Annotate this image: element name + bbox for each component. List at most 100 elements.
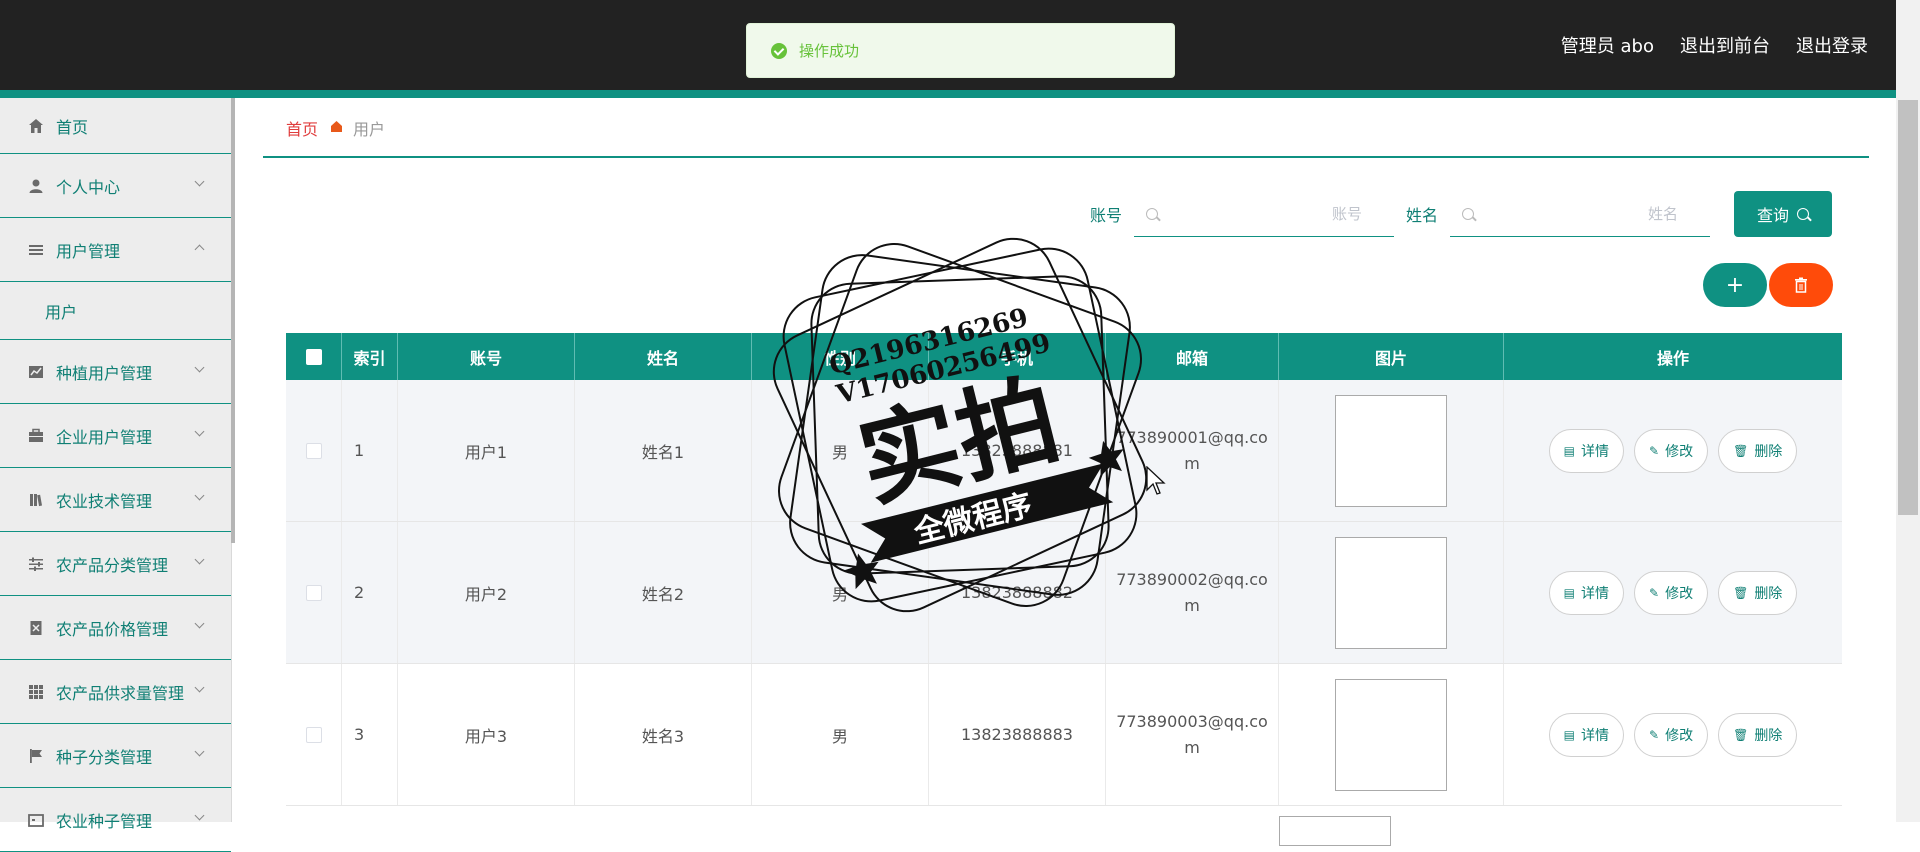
delete-label: 删除 [1754, 443, 1783, 460]
list-icon [26, 240, 46, 260]
sidebar-item-label: 用户管理 [56, 241, 121, 261]
delete-button[interactable]: 🗑 删除 [1718, 428, 1798, 473]
admin-user-label[interactable]: 管理员 abo [1561, 32, 1654, 58]
edit-label: 修改 [1665, 585, 1694, 602]
document-icon: ▤ [1563, 727, 1576, 742]
detail-button[interactable]: ▤ 详情 [1548, 712, 1625, 757]
batch-delete-button[interactable] [1769, 263, 1833, 307]
sidebar-item-agri-seed[interactable]: 农业种子管理 [0, 788, 231, 852]
gender-cell: 男 [752, 522, 929, 663]
sidebar-item-supply-demand[interactable]: 农产品供求量管理 [0, 660, 231, 724]
sliders-icon [26, 554, 46, 574]
chevron-down-icon [194, 426, 205, 437]
sidebar-item-label: 个人中心 [56, 177, 121, 197]
search-icon [1462, 207, 1475, 220]
user-icon [26, 176, 46, 196]
sidebar-item-label: 农业技术管理 [56, 491, 153, 511]
phone-cell: 13823888881 [929, 380, 1106, 521]
sidebar-item-label: 企业用户管理 [56, 427, 153, 447]
book-icon [26, 490, 46, 510]
breadcrumb-home-link[interactable]: 首页 [286, 116, 318, 140]
row-select-cell [286, 522, 342, 663]
detail-label: 详情 [1581, 443, 1610, 460]
edit-button[interactable]: ✎ 修改 [1634, 712, 1709, 757]
users-table: 索引 账号 姓名 性别 手机 邮箱 图片 操作 1 用户1 姓名1 男 1382… [286, 333, 1842, 846]
column-header: 操作 [1656, 348, 1689, 368]
pencil-icon: ✎ [1649, 585, 1660, 600]
column-header: 性别 [752, 333, 929, 380]
user-image [1279, 816, 1391, 846]
sidebar-scrollbar[interactable] [231, 98, 235, 543]
row-checkbox[interactable] [305, 726, 322, 743]
select-all-checkbox[interactable] [305, 348, 322, 365]
chevron-down-icon [194, 362, 205, 373]
grid-icon [26, 682, 46, 702]
operations-cell: ▤ 详情 ✎ 修改 🗑 删除 [1504, 664, 1842, 805]
edit-button[interactable]: ✎ 修改 [1634, 570, 1709, 615]
back-to-front-link[interactable]: 退出到前台 [1680, 32, 1770, 58]
phone-cell: 13823888882 [929, 522, 1106, 663]
chevron-up-icon [194, 244, 205, 255]
sidebar-item-planting-users[interactable]: 种植用户管理 [0, 340, 231, 404]
name-search-input[interactable] [1474, 204, 1699, 223]
header-links: 管理员 abo 退出到前台 退出登录 [1561, 32, 1868, 58]
column-header: 手机 [929, 333, 1106, 380]
name-search-label: 姓名 [1406, 206, 1439, 225]
pencil-icon: ✎ [1649, 443, 1660, 458]
page-scrollbar-thumb[interactable] [1898, 100, 1918, 515]
search-icon [1146, 207, 1159, 220]
account-search-input[interactable] [1158, 204, 1383, 223]
sidebar-item-user-management[interactable]: 用户管理 [0, 218, 231, 282]
column-header: 姓名 [575, 333, 752, 380]
row-checkbox[interactable] [305, 584, 322, 601]
query-button[interactable]: 查询 [1734, 191, 1833, 237]
sidebar-item-seed-category[interactable]: 种子分类管理 [0, 724, 231, 788]
gender-cell: 男 [752, 664, 929, 805]
delete-button[interactable]: 🗑 删除 [1718, 712, 1798, 757]
delete-button[interactable]: 🗑 删除 [1718, 570, 1798, 615]
success-toast: 操作成功 [746, 23, 1175, 78]
table-row: 2 用户2 姓名2 男 13823888882 773890002@qq.com… [286, 522, 1842, 664]
sidebar-item-product-category[interactable]: 农产品分类管理 [0, 532, 231, 596]
sidebar-item-agri-tech[interactable]: 农业技术管理 [0, 468, 231, 532]
edit-button[interactable]: ✎ 修改 [1634, 428, 1709, 473]
table-row [286, 806, 1842, 846]
sidebar-item-enterprise-users[interactable]: 企业用户管理 [0, 404, 231, 468]
column-header: 邮箱 [1106, 333, 1279, 380]
mouse-cursor-icon [1146, 466, 1166, 495]
chevron-down-icon [194, 682, 205, 693]
email-cell: 773890001@qq.com [1106, 380, 1279, 521]
chevron-down-icon [194, 746, 205, 757]
table-row: 1 用户1 姓名1 男 13823888881 773890001@qq.com… [286, 380, 1842, 522]
doc-icon [26, 618, 46, 638]
delete-label: 删除 [1754, 727, 1783, 744]
trash-icon: 🗑 [1733, 443, 1749, 458]
document-icon: ▤ [1563, 443, 1576, 458]
sidebar-subitem-users[interactable]: 用户 [0, 282, 231, 340]
briefcase-icon [26, 426, 46, 446]
row-checkbox[interactable] [305, 442, 322, 459]
home-icon [26, 116, 46, 136]
trash-icon: 🗑 [1733, 585, 1749, 600]
sidebar-item-personal-center[interactable]: 个人中心 [0, 154, 231, 218]
sidebar-item-label: 农产品分类管理 [56, 555, 169, 575]
operations-cell: ▤ 详情 ✎ 修改 🗑 删除 [1504, 522, 1842, 663]
column-header: 图片 [1279, 333, 1504, 380]
row-select-cell [286, 380, 342, 521]
sidebar-item-label: 农业种子管理 [56, 811, 153, 831]
sidebar-item-product-price[interactable]: 农产品价格管理 [0, 596, 231, 660]
detail-button[interactable]: ▤ 详情 [1548, 428, 1625, 473]
delete-label: 删除 [1754, 585, 1783, 602]
chevron-down-icon [194, 554, 205, 565]
account-cell: 用户1 [398, 380, 575, 521]
add-button[interactable]: + [1703, 263, 1767, 307]
image-cell [1279, 522, 1504, 663]
breadcrumb-current: 用户 [353, 120, 386, 139]
table-row: 3 用户3 姓名3 男 13823888883 773890003@qq.com… [286, 664, 1842, 806]
logout-link[interactable]: 退出登录 [1796, 32, 1868, 58]
sidebar-item-home[interactable]: 首页 [0, 98, 231, 154]
search-bar: 账号 姓名 查询 [1090, 191, 1833, 237]
detail-label: 详情 [1581, 727, 1610, 744]
sidebar-item-label: 农产品供求量管理 [56, 683, 185, 703]
detail-button[interactable]: ▤ 详情 [1548, 570, 1625, 615]
